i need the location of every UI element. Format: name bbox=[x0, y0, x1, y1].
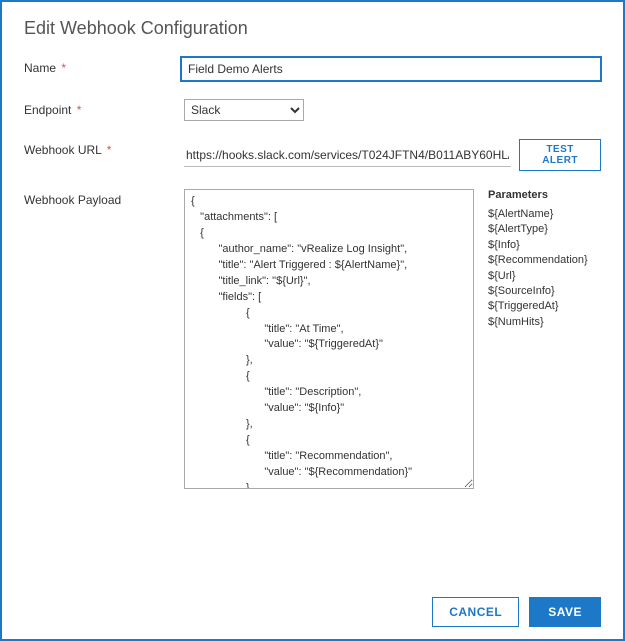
endpoint-select[interactable]: Slack bbox=[184, 99, 304, 121]
parameter-item: ${TriggeredAt} bbox=[488, 299, 588, 314]
save-button[interactable]: SAVE bbox=[529, 597, 601, 627]
dialog-footer: CANCEL SAVE bbox=[432, 597, 601, 627]
parameter-item: ${Recommendation} bbox=[488, 253, 588, 268]
label-name: Name * bbox=[24, 57, 181, 75]
row-name: Name * bbox=[24, 57, 601, 81]
row-endpoint: Endpoint * Slack bbox=[24, 99, 601, 121]
required-mark: * bbox=[61, 61, 66, 75]
label-webhook-url-text: Webhook URL bbox=[24, 143, 101, 157]
parameters-title: Parameters bbox=[488, 189, 588, 201]
webhook-payload-textarea[interactable] bbox=[184, 189, 474, 489]
parameter-item: ${Info} bbox=[488, 238, 588, 253]
row-webhook-payload: Webhook Payload Parameters ${AlertName} … bbox=[24, 189, 601, 489]
name-input[interactable] bbox=[181, 57, 601, 81]
required-mark: * bbox=[107, 143, 112, 157]
parameter-item: ${AlertType} bbox=[488, 222, 588, 237]
label-name-text: Name bbox=[24, 61, 56, 75]
dialog-title: Edit Webhook Configuration bbox=[24, 18, 601, 39]
parameter-item: ${AlertName} bbox=[488, 207, 588, 222]
parameter-item: ${Url} bbox=[488, 269, 588, 284]
parameter-item: ${SourceInfo} bbox=[488, 284, 588, 299]
row-webhook-url: Webhook URL * TEST ALERT bbox=[24, 139, 601, 171]
label-webhook-url: Webhook URL * bbox=[24, 139, 184, 157]
required-mark: * bbox=[77, 103, 82, 117]
test-alert-button[interactable]: TEST ALERT bbox=[519, 139, 601, 171]
parameters-list: ${AlertName} ${AlertType} ${Info} ${Reco… bbox=[488, 207, 588, 330]
label-endpoint: Endpoint * bbox=[24, 99, 184, 117]
cancel-button[interactable]: CANCEL bbox=[432, 597, 519, 627]
label-webhook-payload-text: Webhook Payload bbox=[24, 193, 121, 207]
label-endpoint-text: Endpoint bbox=[24, 103, 71, 117]
parameter-item: ${NumHits} bbox=[488, 315, 588, 330]
webhook-url-input[interactable] bbox=[184, 144, 511, 167]
parameters-panel: Parameters ${AlertName} ${AlertType} ${I… bbox=[488, 189, 588, 330]
label-webhook-payload: Webhook Payload bbox=[24, 189, 184, 207]
